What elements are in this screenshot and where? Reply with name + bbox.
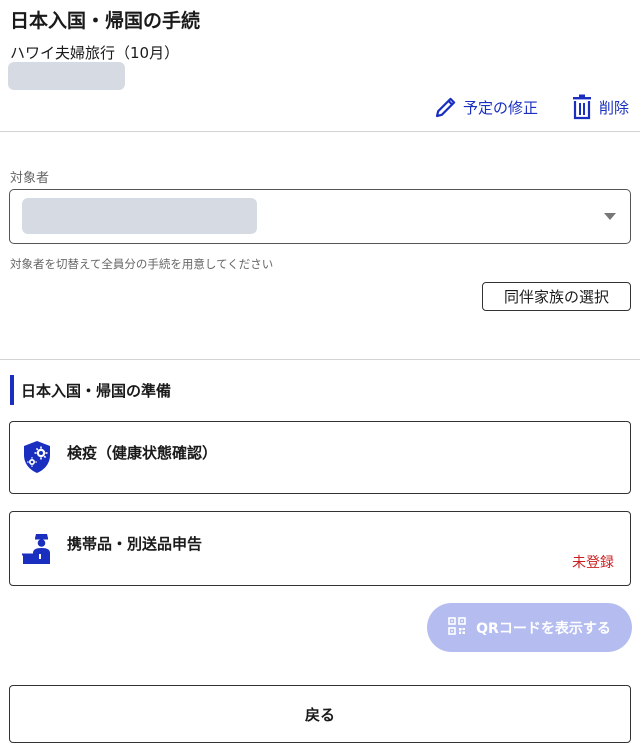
select-family-button[interactable]: 同伴家族の選択 — [482, 282, 631, 311]
delete-link[interactable]: 削除 — [571, 94, 629, 120]
trash-icon — [571, 94, 593, 120]
qr-code-icon — [448, 616, 476, 639]
target-person-select[interactable] — [9, 189, 631, 244]
divider — [0, 359, 640, 360]
target-person-hint: 対象者を切替えて全員分の手続を用意してください — [10, 257, 274, 271]
customs-officer-icon — [22, 532, 56, 568]
customs-declaration-card[interactable]: 携帯品・別送品申告 未登録 — [9, 511, 631, 586]
section-heading: 日本入国・帰国の準備 — [10, 375, 171, 405]
trip-name: ハワイ夫婦旅行（10月） — [10, 44, 180, 62]
redacted-person-name — [22, 198, 257, 234]
edit-schedule-label: 予定の修正 — [463, 98, 539, 117]
delete-label: 削除 — [599, 98, 630, 117]
quarantine-card[interactable]: 検疫（健康状態確認） — [9, 421, 631, 494]
redacted-trip-dates — [8, 62, 125, 90]
pencil-icon — [434, 95, 458, 119]
divider — [0, 131, 640, 132]
customs-card-title: 携帯品・別送品申告 — [67, 535, 203, 553]
page-title: 日本入国・帰国の手続 — [10, 10, 201, 32]
virus-shield-icon — [22, 440, 52, 478]
show-qr-code-button[interactable]: QRコードを表示する — [427, 603, 632, 652]
show-qr-code-label: QRコードを表示する — [476, 620, 611, 637]
status-badge: 未登録 — [572, 555, 614, 571]
target-person-label: 対象者 — [10, 171, 50, 186]
back-button[interactable]: 戻る — [9, 685, 631, 743]
quarantine-card-title: 検疫（健康状態確認） — [67, 444, 218, 462]
dropdown-arrow-icon — [604, 213, 616, 220]
edit-schedule-link[interactable]: 予定の修正 — [434, 94, 538, 120]
